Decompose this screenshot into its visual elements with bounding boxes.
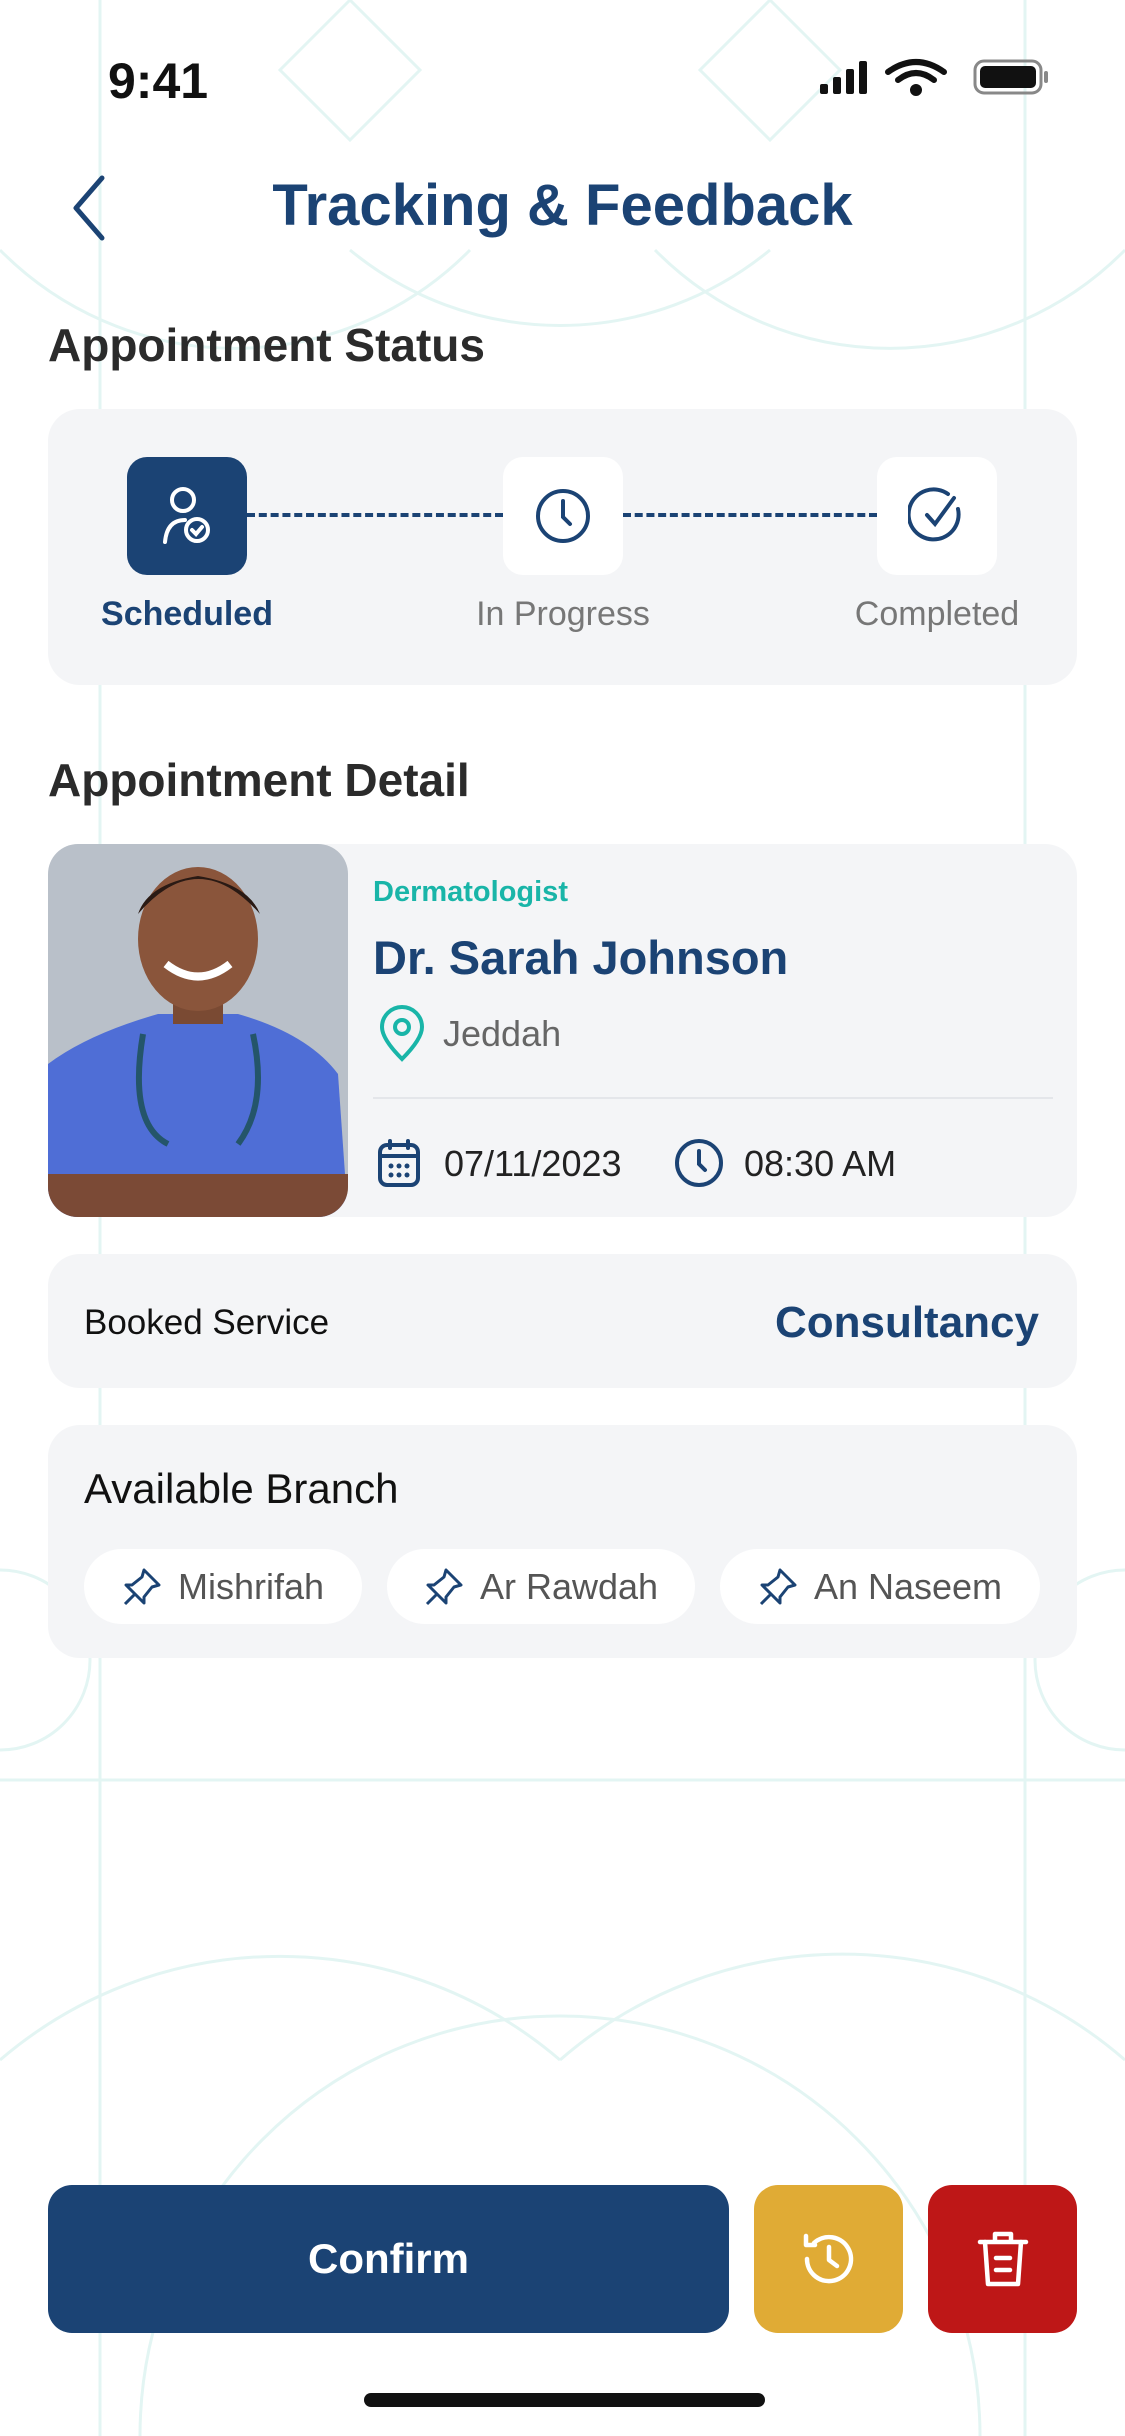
home-indicator[interactable] [364, 2393, 765, 2407]
pin-icon [759, 1568, 797, 1605]
doctor-name: Dr. Sarah Johnson [373, 931, 789, 984]
branch-chip-ar-rawdah[interactable]: Ar Rawdah [387, 1549, 695, 1624]
battery-icon [973, 59, 1048, 95]
wifi-icon [885, 59, 947, 96]
appointment-date: 07/11/2023 [444, 1143, 622, 1184]
check-circle-icon [908, 487, 961, 542]
step-label-scheduled: Scheduled [101, 595, 273, 633]
available-branch-heading: Available Branch [84, 1465, 399, 1512]
branch-chip-mishrifah[interactable]: Mishrifah [84, 1549, 362, 1624]
reschedule-button[interactable] [754, 2185, 903, 2333]
booked-service-label: Booked Service [84, 1303, 330, 1342]
branch-name: Mishrifah [177, 1565, 325, 1607]
history-icon [803, 2233, 853, 2284]
step-in-progress [503, 457, 623, 575]
page-title: Tracking & Feedback [272, 173, 853, 238]
signal-icon [820, 61, 867, 94]
progress-connector [247, 513, 503, 517]
branch-name: An Naseem [813, 1565, 1003, 1607]
appointment-time: 08:30 AM [744, 1143, 897, 1184]
clock-icon [536, 489, 590, 543]
clock-icon [675, 1139, 723, 1187]
booked-service-value: Consultancy [774, 1298, 1039, 1347]
divider [373, 1097, 1053, 1099]
calendar-icon [378, 1139, 420, 1187]
step-label-in-progress: In Progress [476, 595, 650, 633]
doctor-location: Jeddah [443, 1013, 562, 1054]
status-time: 9:41 [108, 53, 209, 109]
appointment-detail-heading: Appointment Detail [48, 754, 470, 806]
doctor-specialty: Dermatologist [373, 876, 568, 908]
branch-chip-an-naseem[interactable]: An Naseem [720, 1549, 1040, 1624]
delete-button[interactable] [928, 2185, 1077, 2333]
doctor-photo [48, 844, 348, 1217]
location-pin-icon [379, 1005, 425, 1062]
step-completed [877, 457, 997, 575]
confirm-button[interactable]: Confirm [48, 2185, 729, 2333]
trash-icon [977, 2231, 1028, 2287]
progress-connector [623, 513, 877, 517]
pin-icon [425, 1568, 463, 1605]
user-check-icon [163, 487, 210, 544]
step-label-completed: Completed [854, 595, 1020, 633]
step-scheduled [127, 457, 247, 575]
appointment-status-heading: Appointment Status [48, 319, 485, 371]
pin-icon [123, 1568, 161, 1605]
branch-name: Ar Rawdah [479, 1565, 659, 1607]
status-icons [820, 59, 1048, 96]
